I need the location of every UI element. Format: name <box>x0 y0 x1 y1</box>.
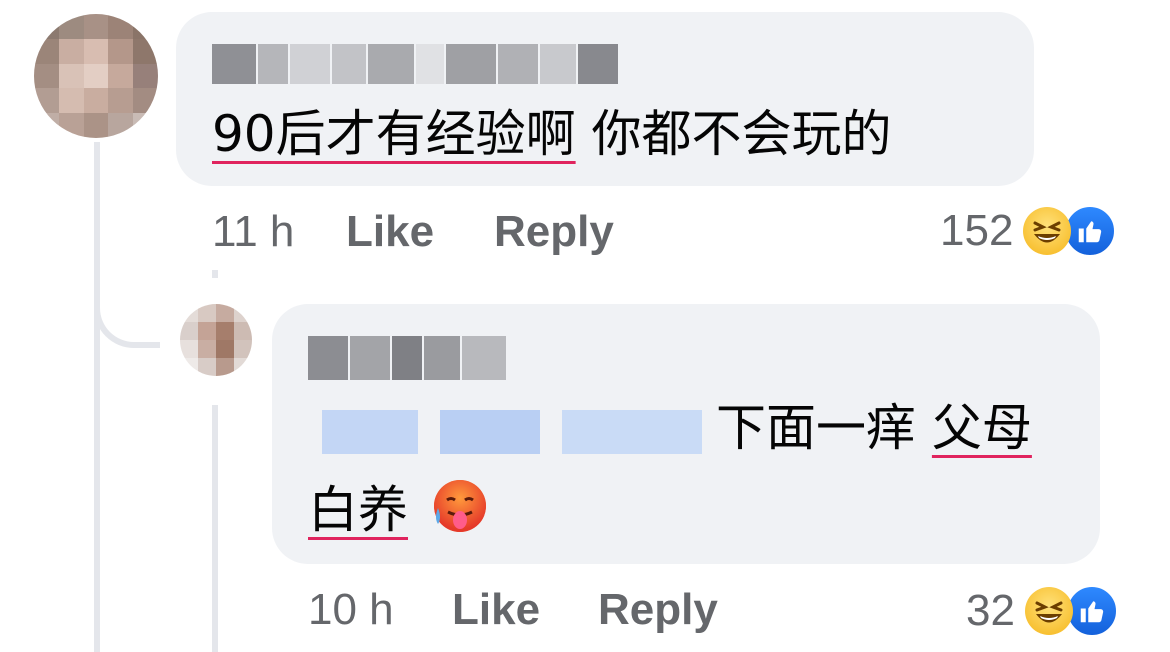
reply-button-1[interactable]: Reply <box>494 206 614 258</box>
like-button-2[interactable]: Like <box>452 584 540 636</box>
reply-text-line-1: 下面一痒 父母 <box>308 398 1032 458</box>
avatar-replier-1[interactable] <box>180 304 252 376</box>
comment-time-1[interactable]: 11 h <box>212 206 294 258</box>
thread-line-branch <box>94 290 160 348</box>
thread-line-main <box>94 142 100 652</box>
laugh-icon <box>1024 587 1073 635</box>
laugh-icon <box>1023 207 1072 255</box>
reactions-summary-1[interactable]: 152 <box>940 204 1118 258</box>
reply-text-a-underlined: 父母 <box>931 399 1032 457</box>
reaction-count-1: 152 <box>940 206 1014 255</box>
like-button-1[interactable]: Like <box>346 206 434 258</box>
like-icon <box>1064 584 1119 638</box>
reply-text-b-underlined: 白养 <box>308 481 408 539</box>
mention-pixelation <box>322 409 702 454</box>
reply-text-a: 下面一痒 <box>716 399 932 457</box>
reply-author-pixelation <box>308 336 506 380</box>
reactions-summary-2[interactable]: 32 <box>966 584 1119 638</box>
reaction-count-2: 32 <box>966 586 1015 635</box>
reply-text-line-2: 白养 <box>308 478 488 549</box>
thread-line-reply <box>212 405 218 652</box>
comment-text-underlined: 90后才有经验啊 <box>212 105 576 163</box>
comment-text-rest: 你都不会玩的 <box>575 105 892 163</box>
avatar-commenter-1[interactable] <box>34 14 158 138</box>
author-name-pixelation <box>212 44 618 84</box>
comment-text-1: 90后才有经验啊 你都不会玩的 <box>212 104 892 164</box>
reply-time-1[interactable]: 10 h <box>308 584 394 636</box>
like-icon <box>1063 204 1118 258</box>
hot-face-emoji-icon <box>430 478 488 549</box>
reply-button-2[interactable]: Reply <box>598 584 718 636</box>
thread-dot <box>212 270 218 278</box>
